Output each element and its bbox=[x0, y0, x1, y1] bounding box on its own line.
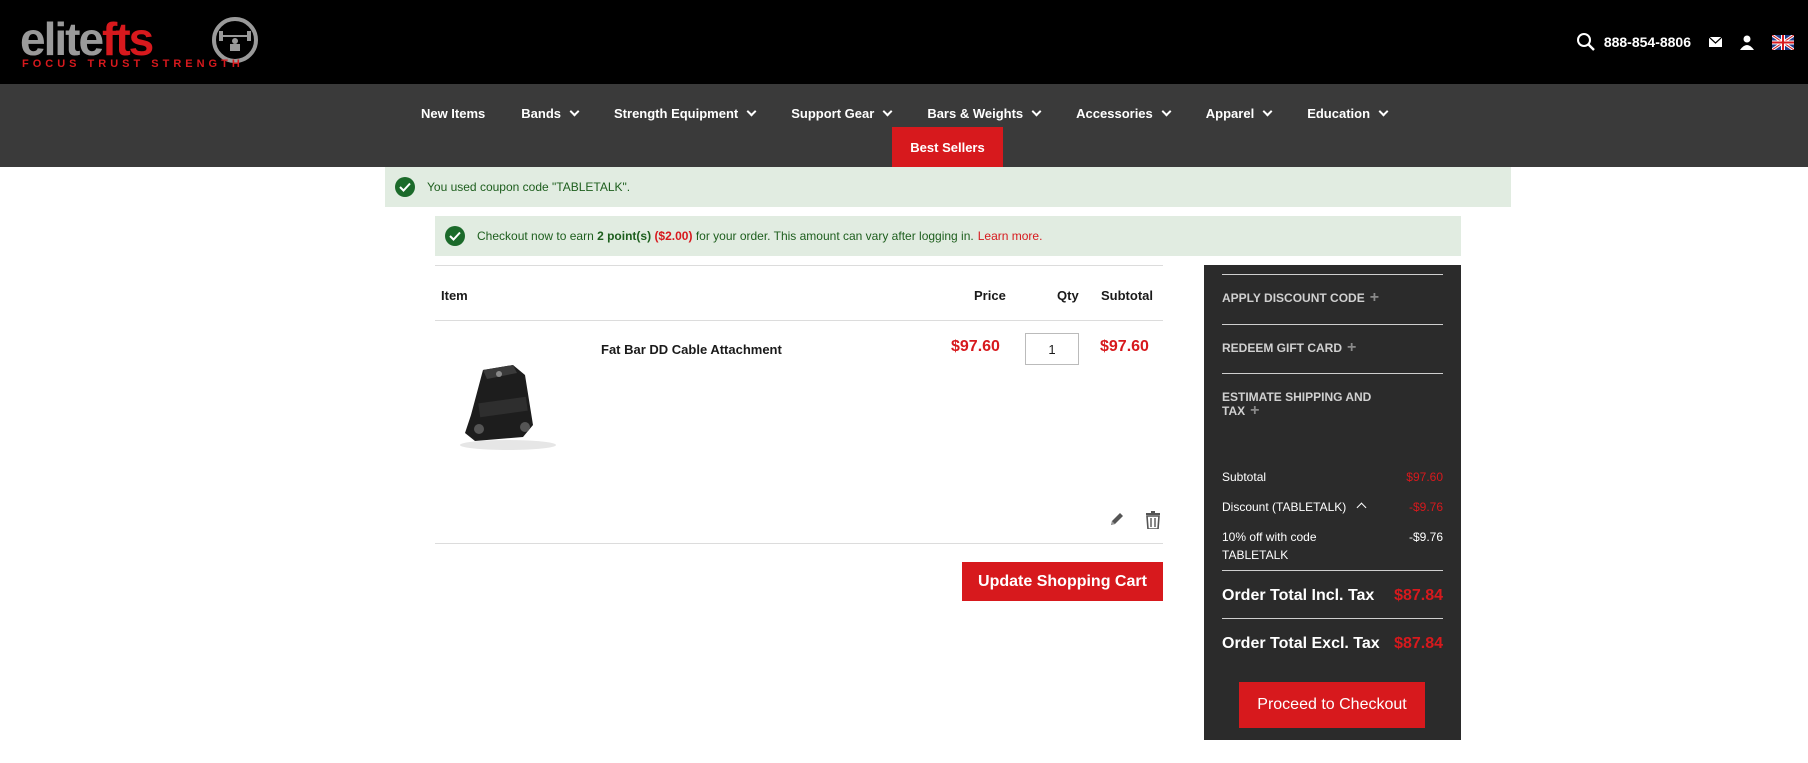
total-excl-value: $87.84 bbox=[1394, 635, 1443, 652]
check-circle-icon bbox=[395, 177, 415, 197]
proceed-to-checkout-button[interactable]: Proceed to Checkout bbox=[1239, 682, 1425, 728]
header-utilities: 888-854-8806 bbox=[1576, 30, 1794, 54]
product-subtotal: $97.60 bbox=[1100, 338, 1149, 355]
nav-item-education[interactable]: Education bbox=[1289, 106, 1405, 121]
summary-discount-row[interactable]: Discount (TABLETALK) -$9.76 bbox=[1222, 500, 1443, 514]
main-navigation: New Items Bands Strength Equipment Suppo… bbox=[0, 84, 1808, 167]
nav-row: New Items Bands Strength Equipment Suppo… bbox=[0, 96, 1808, 130]
summary-divider bbox=[1222, 570, 1443, 571]
column-item: Item bbox=[441, 288, 468, 303]
total-incl-value: $87.84 bbox=[1394, 587, 1443, 604]
coupon-success-message: You used coupon code "TABLETALK". bbox=[385, 167, 1511, 207]
logo-tagline: FOCUS TRUST STRENGTH bbox=[22, 58, 244, 70]
learn-more-link[interactable]: Learn more. bbox=[978, 229, 1043, 243]
check-circle-icon bbox=[445, 226, 465, 246]
subtotal-value: $97.60 bbox=[1406, 470, 1443, 484]
reward-points-message: Checkout now to earn 2 point(s) ($2.00) … bbox=[435, 216, 1461, 256]
nav-item-new-items[interactable]: New Items bbox=[403, 106, 503, 121]
discount-detail-line1: 10% off with code bbox=[1222, 530, 1317, 544]
quantity-input[interactable]: 1 bbox=[1025, 333, 1079, 365]
edit-pencil-icon[interactable] bbox=[1109, 511, 1125, 534]
summary-divider bbox=[1222, 274, 1443, 275]
summary-divider bbox=[1222, 618, 1443, 619]
product-price: $97.60 bbox=[951, 338, 1000, 355]
cart-divider bbox=[435, 543, 1163, 544]
search-icon[interactable] bbox=[1576, 32, 1596, 52]
points-money: ($2.00) bbox=[654, 229, 693, 243]
chevron-down-icon bbox=[1031, 106, 1042, 116]
user-icon[interactable] bbox=[1740, 35, 1754, 50]
chevron-down-icon bbox=[1262, 106, 1273, 116]
total-incl-label: Order Total Incl. Tax bbox=[1222, 587, 1375, 604]
plus-icon: + bbox=[1250, 402, 1260, 419]
points-value: 2 point(s) bbox=[597, 229, 652, 243]
discount-detail-row: 10% off with code TABLETALK -$9.76 bbox=[1222, 528, 1443, 564]
discount-detail-line2: TABLETALK bbox=[1222, 548, 1289, 562]
update-cart-button[interactable]: Update Shopping Cart bbox=[962, 562, 1163, 601]
discount-label: Discount (TABLETALK) bbox=[1222, 500, 1347, 514]
column-qty: Qty bbox=[1057, 288, 1079, 303]
points-prefix: Checkout now to earn bbox=[477, 229, 594, 243]
plus-icon: + bbox=[1347, 339, 1357, 356]
column-price: Price bbox=[974, 288, 1006, 303]
mail-icon[interactable] bbox=[1709, 37, 1722, 47]
subtotal-label: Subtotal bbox=[1222, 470, 1267, 484]
product-image[interactable] bbox=[453, 355, 563, 455]
column-subtotal: Subtotal bbox=[1101, 288, 1153, 303]
chevron-down-icon bbox=[882, 106, 893, 116]
summary-divider bbox=[1222, 324, 1443, 325]
nav-item-support-gear[interactable]: Support Gear bbox=[773, 106, 909, 121]
chevron-up-icon[interactable] bbox=[1356, 502, 1367, 513]
order-summary: APPLY DISCOUNT CODE + REDEEM GIFT CARD + E… bbox=[1204, 265, 1461, 740]
discount-detail-value: -$9.76 bbox=[1408, 530, 1443, 544]
cart-table-header: Item Price Qty Subtotal bbox=[435, 265, 1163, 321]
nav-item-accessories[interactable]: Accessories bbox=[1058, 106, 1188, 121]
coupon-message-text: You used coupon code "TABLETALK". bbox=[427, 180, 631, 194]
nav-item-bars-weights[interactable]: Bars & Weights bbox=[909, 106, 1058, 121]
order-total-excl-tax-row: Order Total Excl. Tax $87.84 bbox=[1222, 635, 1443, 653]
points-suffix: for your order. This amount can vary aft… bbox=[695, 229, 974, 243]
redeem-gift-card-toggle[interactable]: REDEEM GIFT CARD + bbox=[1222, 339, 1357, 356]
nav-item-bands[interactable]: Bands bbox=[503, 106, 596, 121]
discount-value: -$9.76 bbox=[1408, 500, 1443, 514]
estimate-shipping-toggle[interactable]: ESTIMATE SHIPPING AND TAX + bbox=[1222, 391, 1371, 419]
uk-flag-icon[interactable] bbox=[1772, 34, 1794, 50]
plus-icon: + bbox=[1369, 289, 1380, 306]
chevron-down-icon bbox=[1161, 106, 1172, 116]
chevron-down-icon bbox=[1378, 106, 1389, 116]
logo-lifter-icon bbox=[212, 17, 258, 63]
nav-item-apparel[interactable]: Apparel bbox=[1188, 106, 1289, 121]
nav-item-strength-equipment[interactable]: Strength Equipment bbox=[596, 106, 773, 121]
product-name-link[interactable]: Fat Bar DD Cable Attachment bbox=[601, 342, 782, 357]
total-excl-label: Order Total Excl. Tax bbox=[1222, 635, 1380, 652]
order-total-incl-tax-row: Order Total Incl. Tax $87.84 bbox=[1222, 587, 1443, 605]
elitefts-logo[interactable]: elitefts FOCUS TRUST STRENGTH bbox=[20, 14, 272, 70]
chevron-down-icon bbox=[746, 106, 757, 116]
trash-icon[interactable] bbox=[1145, 511, 1161, 534]
chevron-down-icon bbox=[569, 106, 580, 116]
summary-divider bbox=[1222, 373, 1443, 374]
phone-number[interactable]: 888-854-8806 bbox=[1604, 34, 1691, 50]
nav-item-best-sellers[interactable]: Best Sellers bbox=[892, 127, 1003, 167]
item-actions bbox=[1109, 511, 1161, 534]
apply-discount-toggle[interactable]: APPLY DISCOUNT CODE + bbox=[1222, 289, 1380, 306]
top-bar: elitefts FOCUS TRUST STRENGTH 888-854-88… bbox=[0, 0, 1808, 84]
summary-subtotal-row: Subtotal $97.60 bbox=[1222, 470, 1443, 484]
